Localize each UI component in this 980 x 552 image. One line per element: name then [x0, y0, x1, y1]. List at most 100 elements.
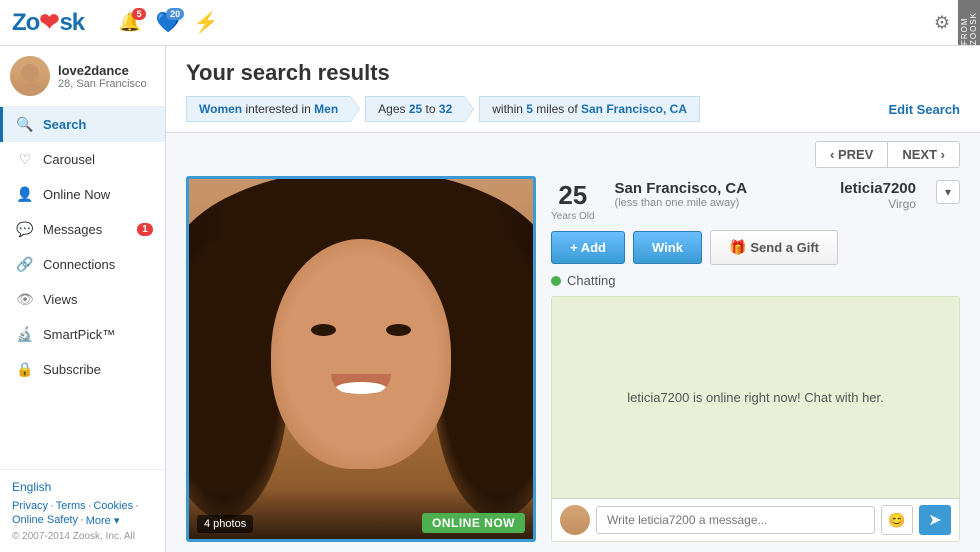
sidebar-item-search[interactable]: 🔍 Search	[0, 107, 165, 142]
language-selector[interactable]: English	[12, 480, 153, 494]
gift-icon: 🎁	[729, 239, 746, 255]
profile-details: 25 Years Old San Francisco, CA (less tha…	[551, 176, 960, 542]
layout: love2dance 28, San Francisco 🔍 Search ♡ …	[0, 46, 980, 552]
sidebar-item-views[interactable]: 👁 Views	[0, 282, 165, 317]
matches-btn[interactable]: 💙 20	[152, 8, 184, 38]
privacy-link[interactable]: Privacy	[12, 500, 48, 512]
sidebar-item-carousel[interactable]: ♡ Carousel	[0, 142, 165, 177]
prev-button[interactable]: ‹ PREV	[815, 141, 887, 168]
views-icon: 👁	[15, 291, 35, 308]
send-icon: ➤	[928, 510, 941, 530]
matches-badge: 20	[166, 8, 184, 20]
sidebar-carousel-label: Carousel	[43, 152, 95, 167]
sidebar-footer: English Privacy · Terms · Cookies · Onli…	[0, 469, 165, 552]
gender-filter[interactable]: Women interested in Men	[186, 96, 351, 122]
wink-button[interactable]: Wink	[633, 231, 702, 264]
settings-button[interactable]: ⚙	[934, 12, 950, 33]
prev-chevron-icon: ‹	[830, 147, 834, 162]
content-area: 4 photos ONLINE NOW 25 Years Old San Fra…	[166, 176, 980, 552]
sidebar-item-smartpick[interactable]: 🔬 SmartPick™	[0, 317, 165, 352]
sidebar-links: Privacy · Terms · Cookies · Online Safet…	[12, 500, 153, 527]
location-distance: (less than one mile away)	[615, 197, 756, 209]
connections-icon: 🔗	[15, 256, 35, 273]
avatar	[10, 56, 50, 96]
online-now-icon: 👤	[15, 186, 35, 203]
topbar-icons: 🔔 5 💙 20 ⚡	[114, 8, 222, 38]
main-content: Your search results Women interested in …	[166, 46, 980, 552]
online-safety-link[interactable]: Online Safety	[12, 514, 78, 527]
avatar-face	[10, 56, 50, 96]
profile-dropdown-button[interactable]: ▾	[936, 180, 960, 204]
location-filter[interactable]: within 5 miles of San Francisco, CA	[479, 96, 700, 122]
age-label: Years Old	[551, 211, 595, 222]
messages-badge: 1	[137, 223, 153, 236]
notifications-btn[interactable]: 🔔 5	[114, 8, 146, 38]
green-dot-icon	[551, 276, 561, 286]
search-icon: 🔍	[15, 116, 35, 133]
profile-username: leticia7200	[775, 180, 916, 197]
topbar: Zo❤sk 🔔 5 💙 20 ⚡ ⚙ FROM ZOOSK	[0, 0, 980, 46]
sidebar-item-messages[interactable]: 💬 Messages 1	[0, 212, 165, 247]
sidebar-item-subscribe[interactable]: 🔒 Subscribe	[0, 352, 165, 387]
sidebar: love2dance 28, San Francisco 🔍 Search ♡ …	[0, 46, 166, 552]
next-button[interactable]: NEXT ›	[887, 141, 960, 168]
chat-area: leticia7200 is online right now! Chat wi…	[551, 296, 960, 542]
username-label: love2dance	[58, 63, 147, 78]
from-zoosk-label: FROM ZOOSK	[958, 0, 980, 45]
smartpick-icon: 🔬	[15, 326, 35, 343]
sidebar-search-label: Search	[43, 117, 86, 132]
age-number: 25	[551, 180, 595, 211]
username-block: leticia7200 Virgo	[775, 180, 916, 211]
boost-icon: ⚡	[194, 10, 219, 35]
chat-user-avatar	[560, 505, 590, 535]
subscribe-icon: 🔒	[15, 361, 35, 378]
notifications-badge: 5	[132, 8, 146, 20]
send-message-button[interactable]: ➤	[919, 505, 951, 535]
terms-link[interactable]: Terms	[56, 500, 86, 512]
chat-online-message: leticia7200 is online right now! Chat wi…	[552, 297, 959, 498]
emoji-icon: 😊	[888, 512, 905, 529]
sidebar-subscribe-label: Subscribe	[43, 362, 101, 377]
sidebar-online-label: Online Now	[43, 187, 110, 202]
profile-info-header: 25 Years Old San Francisco, CA (less tha…	[551, 176, 960, 222]
carousel-icon: ♡	[15, 151, 35, 168]
edit-search-button[interactable]: Edit Search	[888, 102, 960, 117]
location-city: San Francisco, CA	[615, 180, 756, 197]
copyright-label: © 2007-2014 Zoosk, Inc. All	[12, 531, 153, 542]
sidebar-messages-label: Messages	[43, 222, 102, 237]
messages-icon: 💬	[15, 221, 35, 238]
search-filters: Women interested in Men Ages 25 to 32 wi…	[186, 96, 960, 122]
gift-button[interactable]: 🎁Send a Gift	[710, 230, 838, 265]
chat-message-input[interactable]	[596, 506, 875, 534]
user-profile[interactable]: love2dance 28, San Francisco	[0, 46, 165, 107]
chatting-status: Chatting	[551, 273, 960, 288]
add-button[interactable]: + Add	[551, 231, 625, 264]
next-chevron-icon: ›	[941, 147, 945, 162]
profile-actions: + Add Wink 🎁Send a Gift	[551, 230, 960, 265]
boost-btn[interactable]: ⚡	[190, 8, 222, 38]
photo-count-badge: 4 photos	[197, 515, 253, 533]
location-block: San Francisco, CA (less than one mile aw…	[615, 180, 756, 209]
cookies-link[interactable]: Cookies	[93, 500, 133, 512]
pagination-bar: ‹ PREV NEXT ›	[166, 133, 980, 176]
sidebar-views-label: Views	[43, 292, 77, 307]
profile-photo-card[interactable]: 4 photos ONLINE NOW	[186, 176, 536, 542]
age-block: 25 Years Old	[551, 180, 595, 222]
photo-overlay: 4 photos ONLINE NOW	[189, 489, 533, 539]
age-filter[interactable]: Ages 25 to 32	[365, 96, 465, 122]
logo[interactable]: Zo❤sk	[12, 8, 84, 37]
more-link[interactable]: More ▾	[86, 514, 120, 527]
user-info: love2dance 28, San Francisco	[58, 63, 147, 90]
emoji-button[interactable]: 😊	[881, 505, 913, 535]
profile-sign: Virgo	[775, 197, 916, 211]
profile-photo	[189, 179, 533, 539]
online-now-badge: ONLINE NOW	[422, 513, 525, 533]
sidebar-item-online-now[interactable]: 👤 Online Now	[0, 177, 165, 212]
user-location-label: 28, San Francisco	[58, 78, 147, 90]
main-header: Your search results Women interested in …	[166, 46, 980, 133]
sidebar-item-connections[interactable]: 🔗 Connections	[0, 247, 165, 282]
chatting-label: Chatting	[567, 273, 615, 288]
sidebar-smartpick-label: SmartPick™	[43, 327, 115, 342]
sidebar-connections-label: Connections	[43, 257, 115, 272]
chat-input-area: 😊 ➤	[552, 498, 959, 541]
